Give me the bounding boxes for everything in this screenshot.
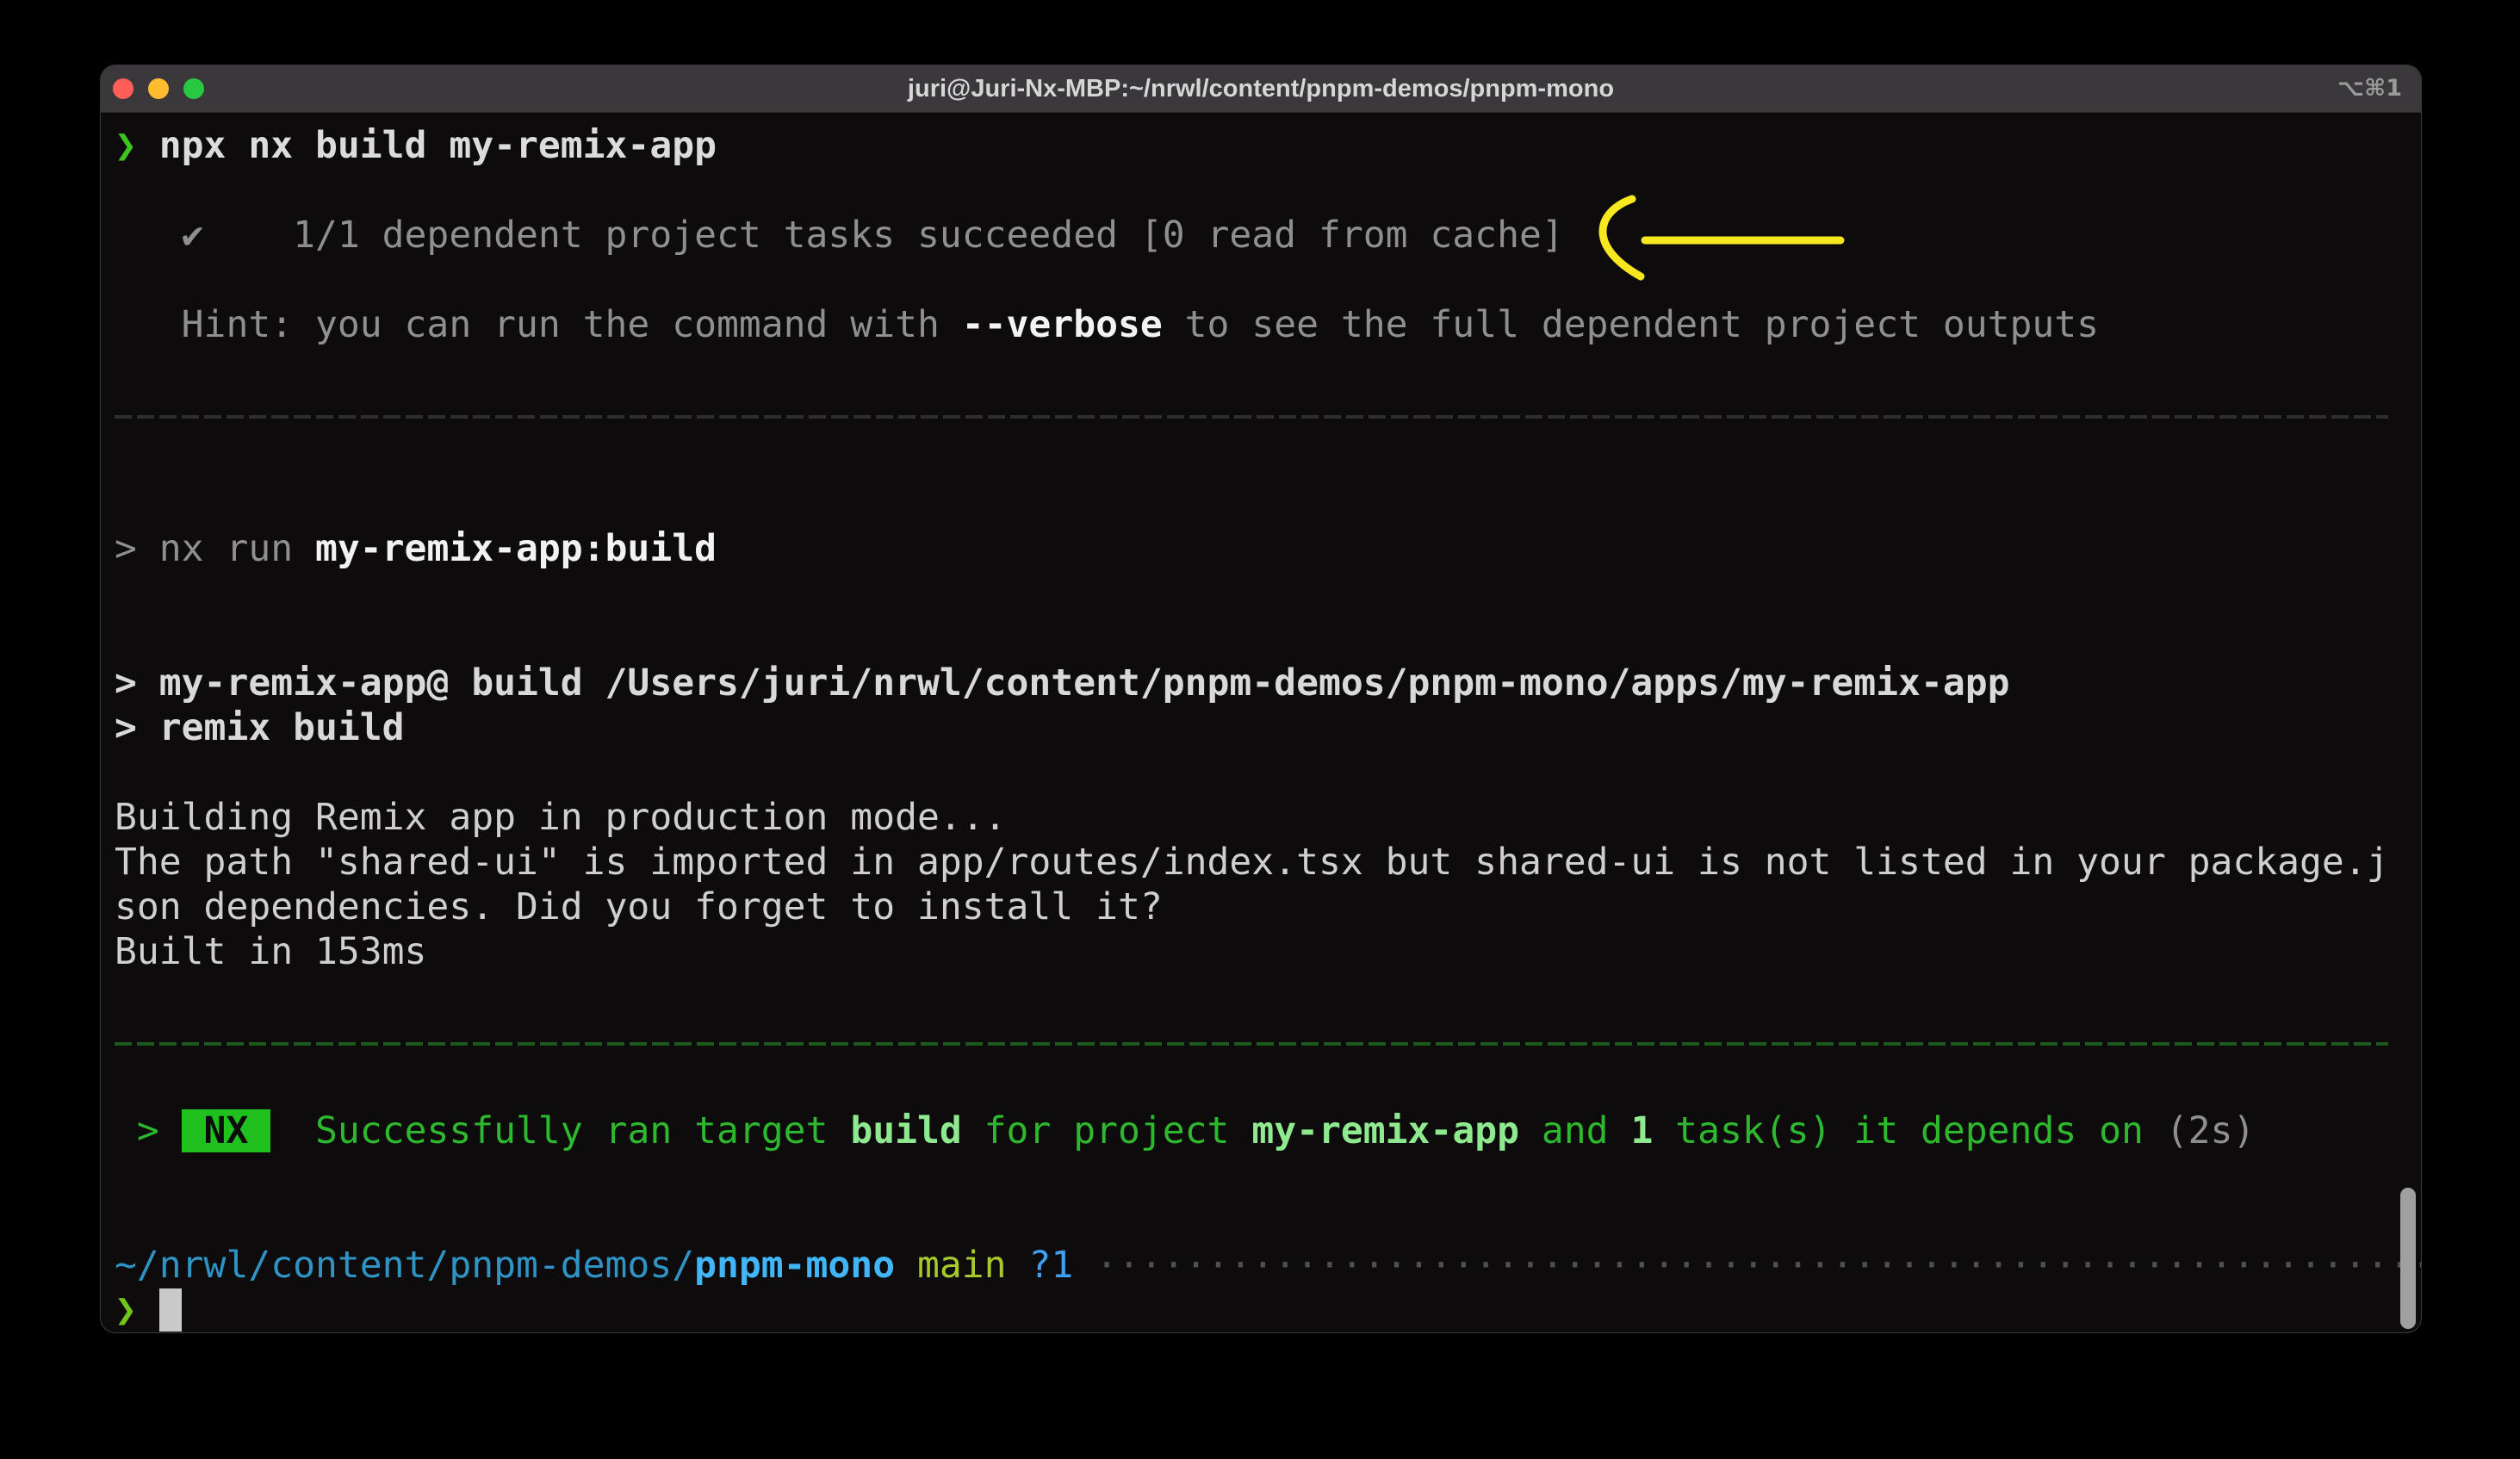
task-success-summary: ✔ 1/1 dependent project tasks succeeded … [115, 214, 1564, 257]
terminal-line: > NX Successfully ran target build for p… [115, 1108, 2421, 1153]
terminal-line: ~/nrwl/content/pnpm-demos/pnpm-mono main… [115, 1243, 2421, 1288]
nx-run-prefix: > nx run [115, 527, 315, 570]
prompt-fill-dots: ········································… [1096, 1244, 2422, 1287]
terminal-line: son dependencies. Did you forget to inst… [115, 885, 2421, 929]
success-message: for project [962, 1109, 1252, 1152]
success-message: task(s) it depends on [1653, 1109, 2165, 1152]
terminal-window: juri@Juri-Nx-MBP:~/nrwl/content/pnpm-dem… [100, 65, 2422, 1333]
terminal-line [115, 750, 2421, 795]
arrow-head-curve [1603, 199, 1641, 276]
build-output: The path "shared-ui" is imported in app/… [115, 841, 2389, 884]
terminal-line: > nx run my-remix-app:build [115, 526, 2421, 571]
success-message: and [1519, 1109, 1630, 1152]
terminal-line [115, 974, 2421, 1019]
terminal-line [115, 168, 2421, 213]
hint-text: to see the full dependent project output… [1163, 303, 2099, 346]
terminal-line [115, 616, 2421, 661]
terminal-line: ❯ [115, 1288, 2421, 1332]
command-text: npx nx build my-remix-app [159, 124, 717, 167]
hint-text: Hint: you can run the command with [115, 303, 962, 346]
build-output: Building Remix app in production mode... [115, 796, 1007, 839]
titlebar[interactable]: juri@Juri-Nx-MBP:~/nrwl/content/pnpm-dem… [101, 65, 2421, 113]
terminal-line [115, 437, 2421, 481]
project-name: my-remix-app [1251, 1109, 1519, 1152]
task-count: 1 [1630, 1109, 1653, 1152]
cwd-path: ~/nrwl/content/pnpm-demos/ [115, 1244, 694, 1287]
divider-green [115, 1042, 2388, 1046]
divider-gray [115, 415, 2388, 419]
terminal-line: Building Remix app in production mode... [115, 795, 2421, 840]
spacer [1073, 1244, 1096, 1287]
terminal-line: ✔ 1/1 dependent project tasks succeeded … [115, 213, 2421, 258]
target-name: build [850, 1109, 961, 1152]
prompt-chevron: ❯ [115, 1288, 159, 1332]
verbose-flag: --verbose [962, 303, 1163, 346]
terminal-line [115, 1198, 2421, 1243]
terminal-divider-line [115, 1019, 2421, 1064]
terminal-line: > my-remix-app@ build /Users/juri/nrwl/c… [115, 661, 2421, 705]
cwd-repo: pnpm-mono [694, 1244, 895, 1287]
spacer [1007, 1244, 1029, 1287]
terminal-line: Built in 153ms [115, 929, 2421, 974]
terminal-line: > remix build [115, 705, 2421, 750]
duration: (2s) [2166, 1109, 2256, 1152]
block-cursor [159, 1288, 182, 1332]
nx-badge: NX [182, 1109, 271, 1152]
scrollbar-thumb[interactable] [2400, 1188, 2416, 1329]
success-message: Successfully ran target [270, 1109, 850, 1152]
terminal-line [115, 258, 2421, 302]
terminal-line: Hint: you can run the command with --ver… [115, 302, 2421, 347]
yellow-arrow-annotation [1565, 190, 1858, 294]
terminal-line [115, 1064, 2421, 1108]
git-branch: main [917, 1244, 1007, 1287]
nx-result-prefix: > [115, 1109, 182, 1152]
git-untracked-count: ?1 [1028, 1244, 1073, 1287]
window-shortcut-badge: ⌥⌘1 [2337, 65, 2402, 112]
terminal-line: ❯ npx nx build my-remix-app [115, 123, 2421, 168]
prompt-chevron: ❯ [115, 124, 159, 167]
terminal-line [115, 481, 2421, 526]
terminal-divider-line [115, 392, 2421, 437]
terminal-line [115, 347, 2421, 392]
build-output: Built in 153ms [115, 930, 426, 973]
pnpm-script-line: > remix build [115, 706, 405, 749]
terminal-line [115, 1153, 2421, 1198]
spacer [895, 1244, 917, 1287]
build-output: son dependencies. Did you forget to inst… [115, 885, 1163, 928]
nx-run-target: my-remix-app:build [315, 527, 717, 570]
terminal-line: The path "shared-ui" is imported in app/… [115, 840, 2421, 885]
terminal-line [115, 571, 2421, 616]
terminal-body[interactable]: ❯ npx nx build my-remix-app ✔ 1/1 depend… [101, 113, 2421, 1332]
window-title: juri@Juri-Nx-MBP:~/nrwl/content/pnpm-dem… [101, 65, 2421, 112]
pnpm-script-line: > my-remix-app@ build /Users/juri/nrwl/c… [115, 661, 2010, 705]
